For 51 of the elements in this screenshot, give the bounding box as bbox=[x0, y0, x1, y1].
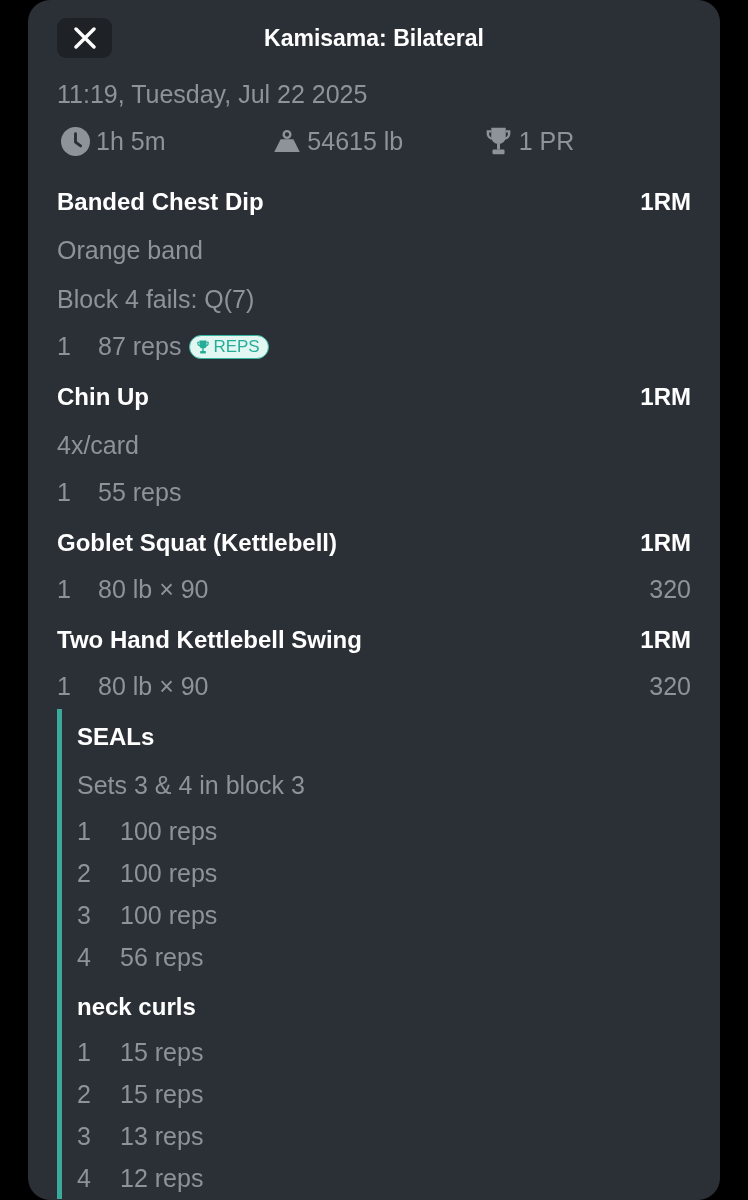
clock-icon bbox=[61, 126, 90, 156]
set-number: 1 bbox=[77, 1037, 92, 1067]
set-value: 56 reps bbox=[120, 942, 204, 972]
set-value: 15 reps bbox=[120, 1079, 204, 1109]
exercise-note: 4x/card bbox=[57, 430, 140, 461]
badge-label: REPS bbox=[213, 336, 260, 357]
exercise-name[interactable]: SEALs bbox=[77, 723, 155, 751]
column-label: 1RM bbox=[640, 188, 691, 216]
set-number: 3 bbox=[77, 1121, 92, 1151]
stat-value: 1 PR bbox=[518, 126, 575, 156]
set-number: 1 bbox=[57, 478, 72, 507]
set-value: 12 reps bbox=[120, 1163, 204, 1193]
stat-value: 1h 5m bbox=[96, 126, 166, 156]
stat-value: 54615 lb bbox=[307, 126, 404, 156]
workout-title: Kamisama: Bilateral bbox=[263, 24, 485, 52]
set-number: 4 bbox=[77, 1163, 92, 1193]
exercise-name[interactable]: Goblet Squat (Kettlebell) bbox=[57, 529, 337, 557]
weight-icon bbox=[272, 130, 301, 152]
exercise-note: Block 4 fails: Q(7) bbox=[57, 284, 256, 315]
set-number: 2 bbox=[77, 1079, 92, 1109]
set-value: 13 reps bbox=[120, 1121, 204, 1151]
set-value: 55 reps bbox=[98, 478, 182, 507]
exercise-name[interactable]: neck curls bbox=[77, 993, 196, 1021]
exercise-name[interactable]: Two Hand Kettlebell Swing bbox=[57, 626, 362, 654]
trophy-icon bbox=[196, 339, 211, 354]
set-number: 1 bbox=[57, 332, 72, 361]
exercise-note: Sets 3 & 4 in block 3 bbox=[77, 770, 306, 801]
exercise-note: Orange band bbox=[57, 235, 204, 266]
set-number: 1 bbox=[77, 816, 92, 846]
set-value: 100 reps bbox=[120, 900, 218, 930]
set-number: 1 bbox=[57, 672, 72, 701]
column-label: 1RM bbox=[640, 529, 691, 557]
set-value: 80 lb × 90 bbox=[98, 575, 209, 604]
set-value: 80 lb × 90 bbox=[98, 672, 209, 701]
set-number: 3 bbox=[77, 900, 92, 930]
close-icon bbox=[73, 27, 96, 49]
column-label: 1RM bbox=[640, 383, 691, 411]
close-button[interactable] bbox=[57, 18, 112, 58]
set-value: 87 reps bbox=[98, 332, 182, 361]
workout-date: 11:19, Tuesday, Jul 22 2025 bbox=[57, 79, 369, 110]
exercise-name[interactable]: Banded Chest Dip bbox=[57, 188, 264, 216]
one-rm-value: 320 bbox=[649, 672, 691, 701]
set-number: 4 bbox=[77, 942, 92, 972]
one-rm-value: 320 bbox=[649, 575, 691, 604]
set-value: 100 reps bbox=[120, 858, 218, 888]
set-number: 2 bbox=[77, 858, 92, 888]
column-label: 1RM bbox=[640, 626, 691, 654]
set-number: 1 bbox=[57, 575, 72, 604]
exercise-name[interactable]: Chin Up bbox=[57, 383, 149, 411]
set-value: 100 reps bbox=[120, 816, 218, 846]
set-value: 15 reps bbox=[120, 1037, 204, 1067]
